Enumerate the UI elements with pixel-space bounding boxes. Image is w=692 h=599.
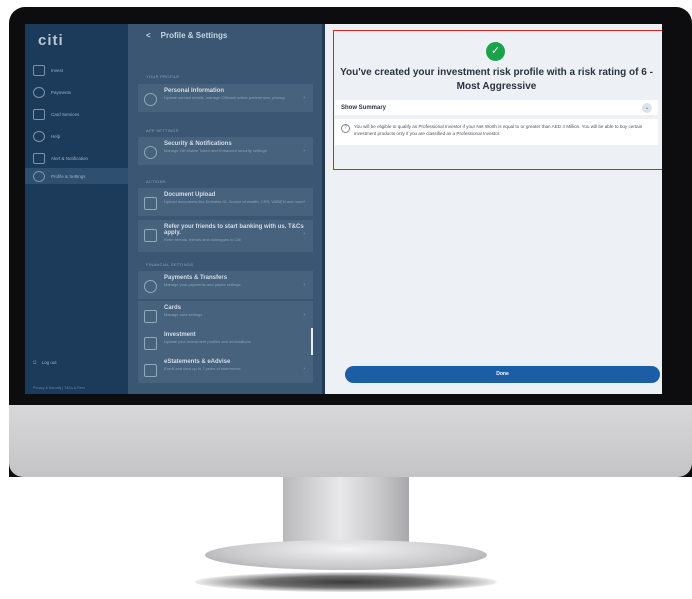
monitor-base [205,540,487,570]
risk-profile-panel: ✓ You've created your investment risk pr… [325,24,662,394]
settings-row-personal-information[interactable]: Personal Information Update contact detai… [138,84,313,112]
row-subtitle: Manage Citi Mobile Token and Enhanced se… [164,148,267,153]
chevron-right-icon: › [303,366,305,372]
settings-row-cards[interactable]: Cards Manage card settings › [138,301,313,329]
chart-icon [144,337,157,350]
back-button[interactable]: < [146,31,151,40]
footer-links[interactable]: Privacy & Security | T&Cs & Fees [33,386,85,390]
card-icon [144,310,157,323]
logout-button[interactable]: ⎋ Log out [33,360,57,365]
settings-header: < Profile & Settings [146,31,227,40]
section-your-profile: YOUR PROFILE [146,74,180,79]
card-icon [33,108,45,120]
bell-icon [33,152,45,164]
logout-label: Log out [41,360,57,365]
monitor-shadow [195,572,497,592]
settings-row-estatements[interactable]: eStatements & eAdvise Enroll and view up … [138,355,313,383]
sidebar-item-help[interactable]: Help [33,128,125,144]
sidebar: citi Invest Payments Card Services Help … [25,24,128,394]
transfer-icon [144,280,157,293]
settings-row-payments-transfers[interactable]: Payments & Transfers Manage your payments… [138,271,313,299]
sidebar-item-label: Profile & Settings [51,173,86,179]
chevron-right-icon: › [303,312,305,318]
info-note: ? You will be eligible to qualify as Pro… [335,119,658,145]
summary-label: Show Summary [341,104,387,111]
sidebar-item-profile-settings[interactable]: Profile & Settings [25,168,128,184]
page-title: Profile & Settings [160,31,228,40]
chart-icon [33,64,45,76]
row-title: Investment [164,332,196,338]
sidebar-item-label: Payments [51,89,72,95]
settings-row-security[interactable]: Security & Notifications Manage Citi Mobi… [138,137,313,165]
row-title: Personal Information [164,88,225,94]
row-subtitle: Manage your payments and payee settings [164,282,241,287]
row-subtitle: Manage card settings [164,312,203,317]
document-icon [144,364,157,377]
chevron-right-icon: › [303,148,305,154]
sidebar-item-invest[interactable]: Invest [33,62,125,78]
settings-list: < Profile & Settings YOUR PROFILE Person… [128,24,422,394]
monitor-chin [9,405,692,477]
chevron-right-icon: › [303,282,305,288]
row-title: Refer your friends to start banking with… [164,224,304,236]
monitor-stand [283,477,409,549]
chevron-right-icon: › [303,231,305,237]
row-subtitle: Enroll and view up to 7 years of stateme… [164,366,241,371]
settings-row-document-upload[interactable]: Document Upload Upload documents like Emi… [138,188,313,216]
row-title: Security & Notifications [164,141,232,147]
section-actions: ACTIONS [146,179,166,184]
profile-icon [33,170,45,182]
sidebar-item-label: Invest [51,67,64,73]
shield-icon [144,146,157,159]
payments-icon [33,86,45,98]
info-note-text: You will be eligible to qualify as Profe… [354,124,643,136]
citi-logo: citi [38,32,64,49]
section-financial-settings: FINANCIAL SETTINGS [146,262,194,267]
row-title: Document Upload [164,192,216,198]
settings-row-investment[interactable]: Investment Update your investment profile… [138,328,313,356]
sidebar-item-alerts[interactable]: Alert & Notification [33,150,125,166]
document-icon [144,197,157,210]
row-subtitle: Update your investment profiles and decl… [164,339,251,344]
sidebar-item-card-services[interactable]: Card Services [33,106,125,122]
confirmation-headline: You've created your investment risk prof… [340,67,653,92]
check-circle-icon: ✓ [486,42,505,61]
show-summary-toggle[interactable]: Show Summary ⌄ [335,100,658,115]
chevron-right-icon: › [303,95,305,101]
settings-row-refer-friends[interactable]: Refer your friends to start banking with… [138,220,313,252]
sidebar-item-label: Help [51,133,61,139]
row-title: Payments & Transfers [164,275,228,281]
gift-icon [144,229,157,242]
user-icon [144,93,157,106]
sidebar-item-label: Alert & Notification [51,155,89,161]
info-icon: ? [341,124,350,133]
row-title: Cards [164,305,182,311]
chevron-right-icon: › [303,199,305,205]
logout-icon: ⎋ [33,360,37,365]
help-icon [33,130,45,142]
section-app-settings: APP SETTINGS [146,128,179,133]
row-title: eStatements & eAdvise [164,359,231,365]
row-subtitle: Upload documents like Emirates ID, Sourc… [164,199,304,204]
chevron-down-icon: ⌄ [642,102,652,113]
screen: citi Invest Payments Card Services Help … [25,24,662,394]
done-button[interactable]: Done [345,366,660,383]
sidebar-item-label: Card Services [51,111,80,117]
row-subtitle: Update contact details, manage Citibank … [164,95,285,100]
sidebar-item-payments[interactable]: Payments [33,84,125,100]
row-subtitle: Refer friends, friends and colleagues to… [164,237,241,242]
